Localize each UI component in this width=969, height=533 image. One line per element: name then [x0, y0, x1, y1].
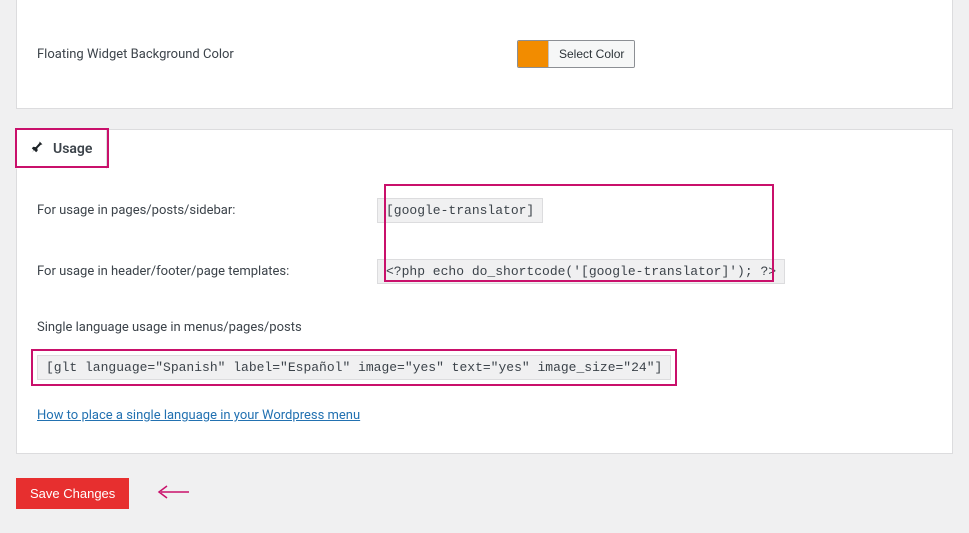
usage-row-php: For usage in header/footer/page template… — [37, 241, 932, 302]
usage-label-php: For usage in header/footer/page template… — [37, 264, 367, 279]
php-code[interactable]: <?php echo do_shortcode('[google-transla… — [377, 259, 785, 284]
single-lang-code-wrapper: [glt language="Spanish" label="Español" … — [37, 355, 671, 380]
help-link[interactable]: How to place a single language in your W… — [37, 408, 360, 423]
usage-tab-label: Usage — [53, 141, 92, 157]
select-color-button[interactable]: Select Color — [548, 41, 634, 67]
usage-body: For usage in pages/posts/sidebar: [googl… — [17, 170, 952, 423]
color-swatch — [518, 41, 548, 67]
usage-label-shortcode: For usage in pages/posts/sidebar: — [37, 203, 367, 218]
settings-panel-top: Floating Widget Background Color Select … — [16, 0, 953, 109]
usage-row-shortcode: For usage in pages/posts/sidebar: [googl… — [37, 180, 932, 241]
pin-icon — [31, 140, 45, 158]
single-lang-code[interactable]: [glt language="Spanish" label="Español" … — [37, 355, 671, 380]
floating-bg-color-row: Floating Widget Background Color Select … — [37, 20, 932, 88]
floating-bg-color-label: Floating Widget Background Color — [37, 47, 517, 62]
save-changes-button[interactable]: Save Changes — [16, 478, 129, 509]
single-lang-label: Single language usage in menus/pages/pos… — [37, 302, 932, 345]
arrow-annotation-icon — [155, 485, 189, 503]
shortcode-code[interactable]: [google-translator] — [377, 198, 543, 223]
color-picker[interactable]: Select Color — [517, 40, 635, 68]
usage-tab[interactable]: Usage — [16, 129, 107, 169]
usage-panel: Usage For usage in pages/posts/sidebar: … — [16, 129, 953, 454]
